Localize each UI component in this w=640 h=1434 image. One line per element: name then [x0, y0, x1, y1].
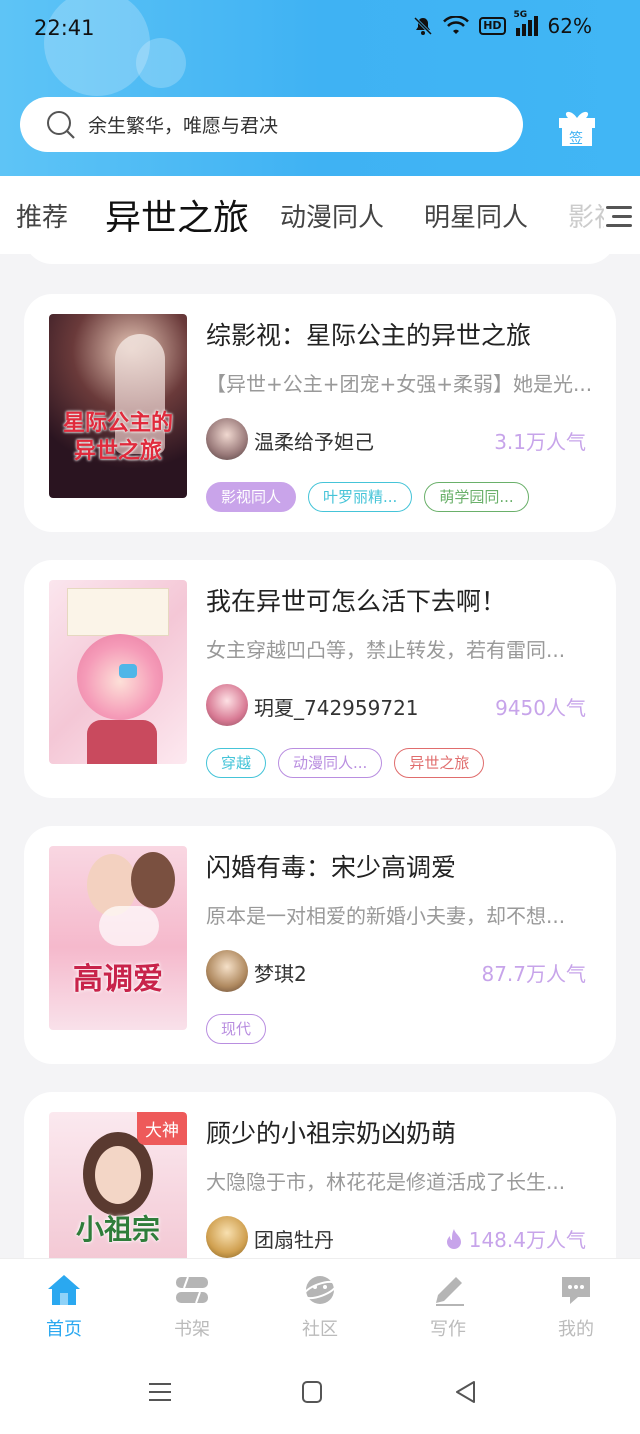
book-title: 闪婚有毒：宋少高调爱 — [206, 853, 457, 882]
wifi-icon — [443, 16, 470, 34]
nav-write[interactable]: 写作 — [408, 1273, 488, 1341]
book-description: 【异世+公主+团宠+女强+柔弱】她是光... — [206, 372, 593, 396]
nav-label: 社区 — [302, 1319, 338, 1340]
tag-list: 影视同人 叶罗丽精... 萌学园同... — [206, 482, 529, 512]
tag[interactable]: 穿越 — [206, 748, 267, 778]
popularity-count: 9450人气 — [495, 696, 586, 720]
cover-title-text: 高调爱 — [73, 962, 163, 997]
book-cover — [49, 580, 187, 764]
book-card[interactable]: 小祖宗 大神 顾少的小祖宗奶凶奶萌 大隐隐于市，林花花是修道活成了长生... 团… — [24, 1092, 616, 1258]
author-name[interactable]: 温柔给予妲己 — [254, 426, 374, 455]
popularity-count: 3.1万人气 — [494, 430, 586, 454]
tab-anime-fanfic[interactable]: 动漫同人 — [280, 197, 384, 234]
tag[interactable]: 异世之旅 — [394, 748, 485, 778]
author-name[interactable]: 梦琪2 — [254, 958, 307, 987]
hd-icon: HD — [479, 17, 506, 35]
cover-title-text: 小祖宗 — [75, 1213, 160, 1246]
book-cover: 高调爱 — [49, 846, 187, 1030]
book-card[interactable]: 高调爱 闪婚有毒：宋少高调爱 原本是一对相爱的新婚小夫妻，却不想... 梦琪2 … — [24, 826, 616, 1064]
book-title: 顾少的小祖宗奶凶奶萌 — [206, 1119, 457, 1148]
header: 22:41 HD 5G 62% 余生繁华，唯愿与君决 签 — [0, 0, 640, 176]
avatar — [206, 1216, 248, 1258]
book-cover: 星际公主的异世之旅 — [49, 314, 187, 498]
nav-label: 写作 — [430, 1319, 466, 1340]
network-label: 5G — [513, 10, 528, 20]
nav-bookshelf[interactable]: 书架 — [152, 1273, 232, 1341]
flame-icon — [446, 1228, 461, 1249]
tab-celebrity-fanfic[interactable]: 明星同人 — [424, 197, 528, 234]
author-name[interactable]: 团扇牡丹 — [254, 1224, 334, 1253]
master-author-badge: 大神 — [137, 1112, 187, 1145]
author-row: 梦琪2 87.7万人气 — [206, 950, 586, 994]
avatar — [206, 684, 248, 726]
menu-icon — [606, 206, 632, 227]
tag-list: 现代 — [206, 1014, 267, 1044]
tag[interactable]: 动漫同人... — [278, 748, 383, 778]
popularity-count: 87.7万人气 — [481, 962, 586, 986]
tag[interactable]: 萌学园同... — [424, 482, 529, 512]
popularity-count: 148.4万人气 — [445, 1224, 586, 1253]
author-row: 温柔给予妲己 3.1万人气 — [206, 418, 586, 462]
battery-level: 62% — [547, 14, 592, 38]
sign-in-gift-button[interactable]: 签 — [556, 106, 598, 148]
search-icon — [47, 110, 75, 139]
tag[interactable]: 叶罗丽精... — [308, 482, 413, 512]
gift-label: 签 — [569, 131, 583, 147]
pencil-icon — [436, 1277, 464, 1306]
tab-recommend[interactable]: 推荐 — [16, 197, 68, 234]
planet-icon — [302, 1276, 338, 1304]
tab-menu-button[interactable] — [604, 200, 634, 234]
nav-label: 书架 — [174, 1319, 210, 1340]
author-row: 团扇牡丹 148.4万人气 — [206, 1216, 586, 1258]
nav-profile[interactable]: 我的 — [536, 1273, 616, 1341]
decorative-bubble — [136, 38, 186, 88]
book-card[interactable]: 星际公主的异世之旅 综影视：星际公主的异世之旅 【异世+公主+团宠+女强+柔弱】… — [24, 294, 616, 532]
system-back-button[interactable] — [454, 1380, 476, 1404]
search-bar[interactable]: 余生繁华，唯愿与君决 — [20, 97, 523, 152]
avatar — [206, 418, 248, 460]
author-row: 玥夏_742959721 9450人气 — [206, 684, 586, 728]
tag-list: 穿越 动漫同人... 异世之旅 — [206, 748, 485, 778]
book-description: 女主穿越凹凸等，禁止转发，若有雷同... — [206, 638, 566, 662]
author-name[interactable]: 玥夏_742959721 — [254, 692, 419, 721]
search-placeholder: 余生繁华，唯愿与君决 — [88, 115, 279, 137]
popularity-value: 148.4万人气 — [468, 1228, 586, 1252]
nav-home[interactable]: 首页 — [24, 1273, 104, 1341]
nav-label: 我的 — [558, 1319, 594, 1340]
home-icon — [48, 1275, 80, 1305]
bookshelf-icon — [176, 1276, 208, 1304]
bell-muted-icon — [414, 16, 433, 36]
decorative-bubble — [44, 0, 150, 96]
book-card[interactable]: 我在异世可怎么活下去啊！ 女主穿越凹凸等，禁止转发，若有雷同... 玥夏_742… — [24, 560, 616, 798]
tag[interactable]: 现代 — [206, 1014, 267, 1044]
cover-title-text: 星际公主的异世之旅 — [62, 411, 173, 464]
system-home-button[interactable] — [301, 1380, 323, 1404]
previous-card-edge — [24, 232, 616, 264]
avatar — [206, 950, 248, 992]
system-menu-button[interactable] — [148, 1380, 172, 1404]
book-cover: 小祖宗 大神 — [49, 1112, 187, 1258]
signal-icon: 5G — [514, 10, 538, 36]
book-title: 综影视：星际公主的异世之旅 — [206, 321, 532, 350]
chat-bubble-icon — [562, 1277, 590, 1304]
nav-label: 首页 — [46, 1319, 82, 1340]
status-bar: HD 5G 62% — [413, 10, 592, 38]
nav-community[interactable]: 社区 — [280, 1273, 360, 1341]
status-time: 22:41 — [34, 16, 95, 40]
bottom-navigation: 首页 书架 社区 写作 我的 — [0, 1258, 640, 1434]
book-title: 我在异世可怎么活下去啊！ — [206, 587, 507, 616]
tag[interactable]: 影视同人 — [206, 482, 297, 512]
book-description: 大隐隐于市，林花花是修道活成了长生... — [206, 1170, 566, 1194]
book-description: 原本是一对相爱的新婚小夫妻，却不想... — [206, 904, 566, 928]
